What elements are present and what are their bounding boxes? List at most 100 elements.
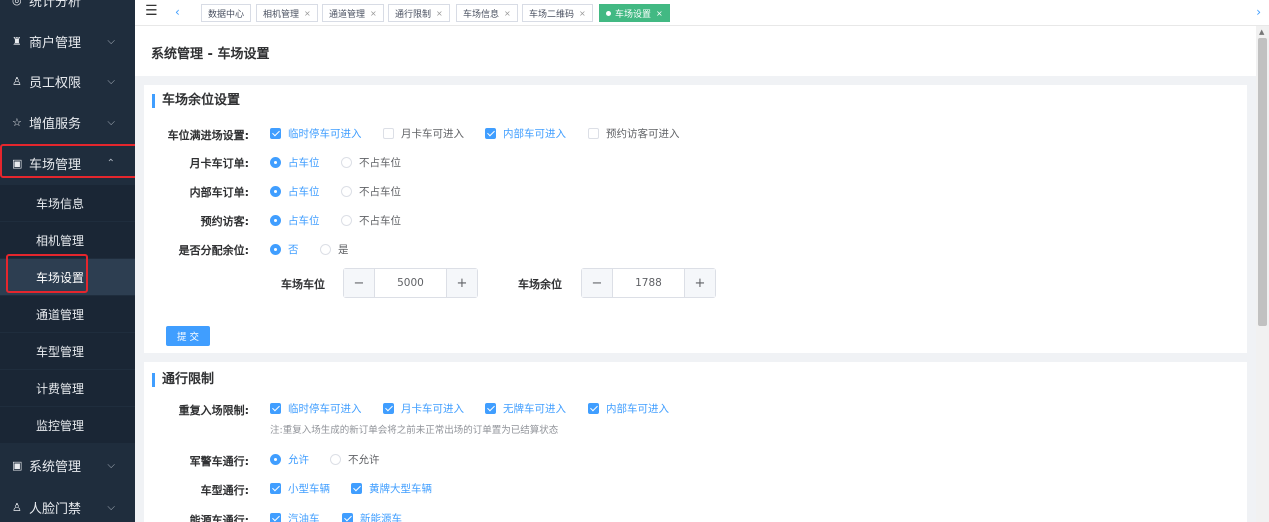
reentry-label: 重复入场限制: (178, 404, 249, 417)
radio-label: 不占车位 (359, 186, 401, 198)
radio-internal-occupy[interactable]: 占车位 (270, 184, 320, 199)
sidebar-subitem-vehicle-type[interactable]: 车型管理 (0, 333, 135, 369)
tab-lot-info[interactable]: 车场信息 × (456, 4, 518, 22)
scroll-thumb[interactable] (1258, 38, 1267, 326)
checkbox-label: 黄牌大型车辆 (369, 483, 432, 495)
radio-allocate-no[interactable]: 否 (270, 242, 299, 257)
checkbox-label: 内部车可进入 (503, 128, 566, 140)
checkbox-temp-parking[interactable]: 临时停车可进入 (270, 126, 362, 141)
checkbox-checked-icon (270, 128, 281, 139)
sidebar-subitem-label: 通道管理 (36, 307, 85, 322)
sidebar-item-staff[interactable]: ♙ 员工权限 ⌵ (0, 62, 135, 100)
plus-icon[interactable]: + (684, 269, 715, 297)
checkbox-reentry-unlicensed[interactable]: 无牌车可进入 (485, 401, 566, 416)
checkbox-new-energy[interactable]: 新能源车 (342, 511, 402, 522)
checkbox-reentry-internal[interactable]: 内部车可进入 (588, 401, 669, 416)
spaces-stepper[interactable]: − 5000 + (343, 268, 478, 298)
spaces-value[interactable]: 5000 (375, 269, 446, 297)
scroll-up-icon[interactable]: ▲ (1259, 28, 1264, 36)
pass-limit-panel: 通行限制 重复入场限制: 临时停车可进入 月卡车可进入 无牌车可进入 内部车可进… (144, 362, 1247, 522)
radio-monthly-not-occupy[interactable]: 不占车位 (341, 155, 401, 170)
close-icon[interactable]: × (579, 9, 586, 18)
vehicle-type-label: 车型通行: (200, 484, 249, 497)
checkbox-checked-icon (383, 403, 394, 414)
sidebar-item-merchant[interactable]: ♜ 商户管理 ⌵ (0, 22, 135, 60)
hamburger-icon[interactable]: ☰ (145, 3, 158, 19)
internal-order-label: 内部车订单: (189, 186, 249, 199)
tab-lot-settings[interactable]: 车场设置 × (599, 4, 670, 22)
highlight-box-lot-settings (6, 254, 88, 293)
chevron-left-icon[interactable]: ‹ (175, 5, 180, 19)
tab-lot-qrcode[interactable]: 车场二维码 × (522, 4, 593, 22)
sidebar-item-face-access[interactable]: ♙ 人脸门禁 ⌵ (0, 488, 135, 522)
radio-allocate-yes[interactable]: 是 (320, 242, 349, 257)
tab-pass-limit[interactable]: 通行限制 × (388, 4, 450, 22)
radio-military-allow[interactable]: 允许 (270, 452, 309, 467)
sidebar-subitem-camera[interactable]: 相机管理 (0, 222, 135, 258)
checkbox-large-vehicle[interactable]: 黄牌大型车辆 (351, 481, 432, 496)
checkbox-small-vehicle[interactable]: 小型车辆 (270, 481, 330, 496)
tab-channel[interactable]: 通道管理 × (322, 4, 384, 22)
radio-label: 是 (338, 244, 349, 256)
sidebar-subitem-label: 车场信息 (36, 196, 85, 211)
close-icon[interactable]: × (304, 9, 311, 18)
close-icon[interactable]: × (436, 9, 443, 18)
checkbox-reentry-temp[interactable]: 临时停车可进入 (270, 401, 362, 416)
sidebar-subitem-monitoring[interactable]: 监控管理 (0, 407, 135, 443)
remaining-value[interactable]: 1788 (613, 269, 684, 297)
remaining-stepper[interactable]: − 1788 + (581, 268, 716, 298)
radio-label: 不占车位 (359, 215, 401, 227)
checkbox-internal[interactable]: 内部车可进入 (485, 126, 566, 141)
tab-label: 通道管理 (329, 9, 366, 20)
radio-label: 占车位 (288, 157, 320, 169)
page-header: 系统管理 - 车场设置 (135, 26, 1256, 76)
radio-label: 占车位 (288, 186, 320, 198)
radio-selected-icon (270, 157, 281, 168)
radio-visitor-not-occupy[interactable]: 不占车位 (341, 213, 401, 228)
radio-label: 不允许 (348, 454, 380, 466)
sidebar-item-label: 人脸门禁 (29, 501, 82, 517)
tab-data-center[interactable]: 数据中心 (201, 4, 252, 22)
minus-icon[interactable]: − (344, 269, 375, 297)
sidebar-subitem-billing[interactable]: 计费管理 (0, 370, 135, 406)
spaces-label: 车场车位 (281, 278, 325, 291)
military-label: 军警车通行: (189, 455, 249, 468)
minus-icon[interactable]: − (582, 269, 613, 297)
sidebar-item-label: 商户管理 (29, 35, 82, 51)
close-icon[interactable]: × (504, 9, 511, 18)
sidebar-subitem-label: 相机管理 (36, 233, 85, 248)
checkbox-gasoline[interactable]: 汽油车 (270, 511, 320, 522)
chevron-right-icon[interactable]: › (1256, 5, 1261, 19)
submit-button[interactable]: 提 交 (166, 326, 210, 346)
checkbox-label: 内部车可进入 (606, 403, 669, 415)
checkbox-label: 预约访客可进入 (606, 128, 680, 140)
sidebar-subitem-lot-info[interactable]: 车场信息 (0, 185, 135, 221)
chevron-down-icon: ⌵ (107, 35, 115, 47)
checkbox-checked-icon (270, 403, 281, 414)
close-icon[interactable]: × (370, 9, 377, 18)
plus-icon[interactable]: + (446, 269, 477, 297)
sidebar-subitem-channel[interactable]: 通道管理 (0, 296, 135, 332)
radio-military-deny[interactable]: 不允许 (330, 452, 380, 467)
radio-internal-not-occupy[interactable]: 不占车位 (341, 184, 401, 199)
checkbox-visitor[interactable]: 预约访客可进入 (588, 126, 680, 141)
radio-selected-icon (270, 186, 281, 197)
main-content: 系统管理 - 车场设置 车场余位设置 车位满进场设置: 临时停车可进入 月卡车可… (135, 26, 1256, 522)
close-icon[interactable]: × (656, 9, 663, 18)
radio-visitor-occupy[interactable]: 占车位 (270, 213, 320, 228)
checkbox-monthly[interactable]: 月卡车可进入 (383, 126, 464, 141)
face-icon: ♙ (12, 500, 22, 514)
sidebar-item-label: 增值服务 (29, 116, 82, 132)
sidebar-item-system[interactable]: ▣ 系统管理 ⌵ (0, 446, 135, 484)
vertical-scrollbar[interactable]: ▲ (1256, 26, 1269, 522)
sidebar-item-statistics[interactable]: ◎ 统计分析 (0, 0, 135, 19)
visitor-label: 预约访客: (200, 215, 249, 228)
reentry-note: 注:重复入场生成的新订单会将之前未正常出场的订单置为已结算状态 (270, 425, 559, 436)
radio-unselected-icon (330, 454, 341, 465)
tab-camera[interactable]: 相机管理 × (256, 4, 318, 22)
radio-monthly-occupy[interactable]: 占车位 (270, 155, 320, 170)
checkbox-checked-icon (588, 403, 599, 414)
checkbox-reentry-monthly[interactable]: 月卡车可进入 (383, 401, 464, 416)
sidebar-item-value-added[interactable]: ☆ 增值服务 ⌵ (0, 103, 135, 141)
sidebar-item-label: 员工权限 (29, 75, 82, 91)
